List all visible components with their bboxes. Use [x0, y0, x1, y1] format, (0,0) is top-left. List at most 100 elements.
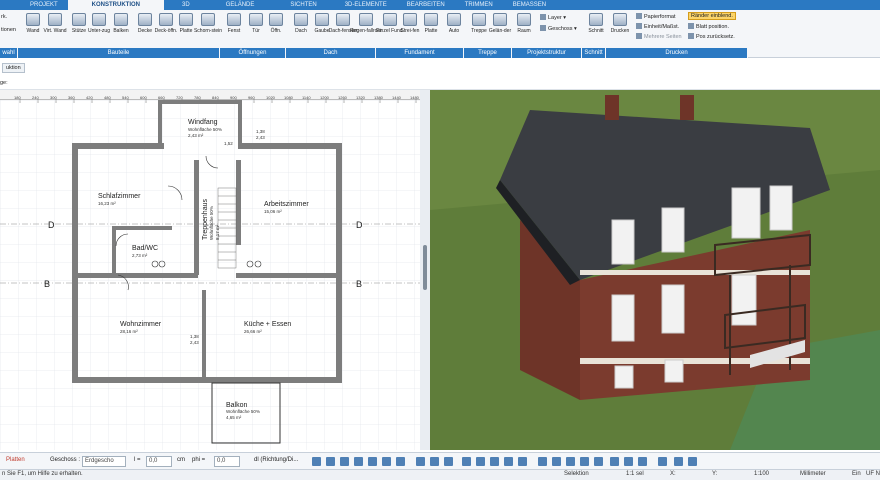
tab-konstruktion[interactable]: KONSTRUKTION [67, 0, 165, 10]
tab-trimmen[interactable]: TRIMMEN [455, 0, 503, 10]
pan-icon[interactable] [444, 457, 453, 466]
section-button[interactable]: Schnitt [585, 13, 607, 34]
geschoss-select[interactable]: Erdgescho [82, 456, 126, 467]
tab-bemassen[interactable]: BEMASSEN [503, 0, 556, 10]
strip-foundation-button[interactable]: Strei-fen [399, 13, 421, 34]
ribbon-left-label-2[interactable]: tionen [1, 27, 16, 33]
window-button[interactable]: Fenst [223, 13, 245, 34]
tab-projekt[interactable]: PROJEKT [20, 0, 68, 10]
window-view-4-icon[interactable] [658, 457, 667, 466]
room-name-kueche-essen: Küche + Essen [244, 321, 291, 328]
door-button[interactable]: Tür [245, 13, 267, 34]
position-sheet-button[interactable]: Blatt position. [688, 23, 729, 30]
single-view-icon[interactable] [594, 457, 603, 466]
room-area-treppenhaus: 8,17 m² [215, 224, 220, 240]
axis-label-d-left: D [48, 220, 55, 230]
zoom-fit-icon[interactable] [430, 457, 439, 466]
room-area-balkon: 4,65 m² [226, 415, 242, 420]
plan-view-icon[interactable] [552, 457, 561, 466]
dim-label-1: 1,52 [224, 141, 233, 146]
ceiling-button[interactable]: Decke [134, 13, 156, 34]
paper-icon [636, 13, 642, 19]
floor-plan-svg: D D B B Windfang Wohnfläche 50% 2,43 m² … [0, 100, 420, 450]
window-view-icon[interactable] [610, 457, 619, 466]
tab-gelaende[interactable]: GELÄNDE [208, 0, 273, 10]
multiple-pages-button[interactable]: Mehrere Seiten [636, 33, 682, 40]
show-margins-toggle[interactable]: Ränder einblend. [688, 12, 736, 20]
snap-icon[interactable] [312, 457, 321, 466]
render-icon[interactable] [504, 457, 513, 466]
chimney-button[interactable]: Schorn-stein [194, 13, 222, 34]
opening-button[interactable]: Öffn. [265, 13, 287, 34]
group-label-bauteile: Bauteile [18, 48, 220, 58]
split-view-icon[interactable] [538, 457, 547, 466]
auto-foundation-button[interactable]: Auto [443, 13, 465, 34]
phi-input[interactable]: 0,0 [214, 456, 240, 467]
column-button[interactable]: Stütze [68, 13, 90, 34]
beam-button[interactable]: Balken [110, 13, 132, 34]
stairs-button[interactable]: Treppe [468, 13, 490, 34]
room-name-windfang: Windfang [188, 119, 218, 126]
unit-scale-button[interactable]: Einheit/Maßst. [636, 23, 679, 30]
view-top-icon[interactable] [490, 457, 499, 466]
reset-position-button[interactable]: Pos zurücksetz. [688, 33, 735, 40]
single-foundation-button[interactable]: Einzel Fund. [376, 13, 404, 34]
wall-button[interactable]: Wand [22, 13, 44, 34]
object-snap-icon[interactable] [368, 457, 377, 466]
length-label: l = [134, 457, 141, 463]
room-button[interactable]: Raum [513, 13, 535, 34]
window-view-2-icon[interactable] [624, 457, 633, 466]
floor-plan-view[interactable]: 180 240 300 360 420 480 540 600 660 720 780 840 900 9… [0, 90, 420, 450]
ruler-icon [636, 23, 642, 29]
view-tab-konstruktion[interactable]: uktion [2, 63, 25, 73]
status-uf: UF N [866, 471, 880, 477]
group-label-schnitt: Schnitt [582, 48, 606, 58]
group-label-oeffnungen: Öffnungen [220, 48, 286, 58]
text-abc-icon[interactable] [382, 457, 391, 466]
navigate-icon[interactable] [674, 457, 683, 466]
virtual-wall-button[interactable]: Virt. Wand [43, 13, 67, 34]
grid-view-icon[interactable] [566, 457, 575, 466]
paper-format-button[interactable]: Papierformat [636, 13, 676, 20]
view-strip: uktion ge: [0, 58, 880, 90]
tab-3d-elemente[interactable]: 3D-ELEMENTE [335, 0, 397, 10]
splitter-handle[interactable] [423, 245, 427, 290]
3d-view[interactable] [430, 90, 880, 450]
ribbon-left-label-1[interactable]: rk. [1, 14, 7, 20]
print-button[interactable]: Drucken [609, 13, 631, 34]
column-icon [72, 13, 86, 26]
foundation-slab-button[interactable]: Platte [420, 13, 442, 34]
ceiling-opening-button[interactable]: Deck-öffn. [155, 13, 177, 34]
grid-icon[interactable] [326, 457, 335, 466]
camera-icon[interactable] [688, 457, 697, 466]
direction-label: dl (Richtung/Di... [254, 457, 299, 463]
beam-under-button[interactable]: Unter-zug [88, 13, 110, 34]
chimney-2 [680, 95, 694, 120]
railing-button[interactable]: Gelän-der [489, 13, 511, 34]
tab-bearbeiten[interactable]: BEARBEITEN [397, 0, 455, 10]
ribbon-tab-bar: PROJEKT KONSTRUKTION 3D GELÄNDE SICHTEN … [0, 0, 880, 10]
strip-foundation-icon [403, 13, 417, 26]
geschoss-dropdown[interactable]: Geschoss ▾ [540, 25, 577, 32]
ortho-icon[interactable] [354, 457, 363, 466]
3d-view-svg [430, 90, 880, 450]
stop-icon[interactable] [518, 457, 527, 466]
layer-icon[interactable] [340, 457, 349, 466]
length-input[interactable]: 0,0 [146, 456, 172, 467]
window-view-3-icon[interactable] [638, 457, 647, 466]
view-side-icon[interactable] [476, 457, 485, 466]
axis-label-b-left: B [44, 279, 50, 289]
layer-dropdown[interactable]: Layer ▾ [540, 14, 566, 21]
tab-3d[interactable]: 3D [164, 0, 208, 10]
room-sub-windfang: Wohnfläche 50% [188, 127, 222, 132]
downpipe-button[interactable]: Regen-fallrohr [350, 13, 382, 34]
roof-button[interactable]: Dach [290, 13, 312, 34]
view-3d-icon[interactable] [462, 457, 471, 466]
zoom-window-icon[interactable] [416, 457, 425, 466]
measure-icon[interactable] [396, 457, 405, 466]
tab-sichten[interactable]: SICHTEN [272, 0, 334, 10]
cube-view-icon[interactable] [580, 457, 589, 466]
room-sub-treppenhaus: Wohnfläche 50% [209, 206, 214, 240]
room-name-schlafzimmer: Schlafzimmer [98, 193, 141, 200]
status-selektion: Selektion [564, 471, 589, 477]
